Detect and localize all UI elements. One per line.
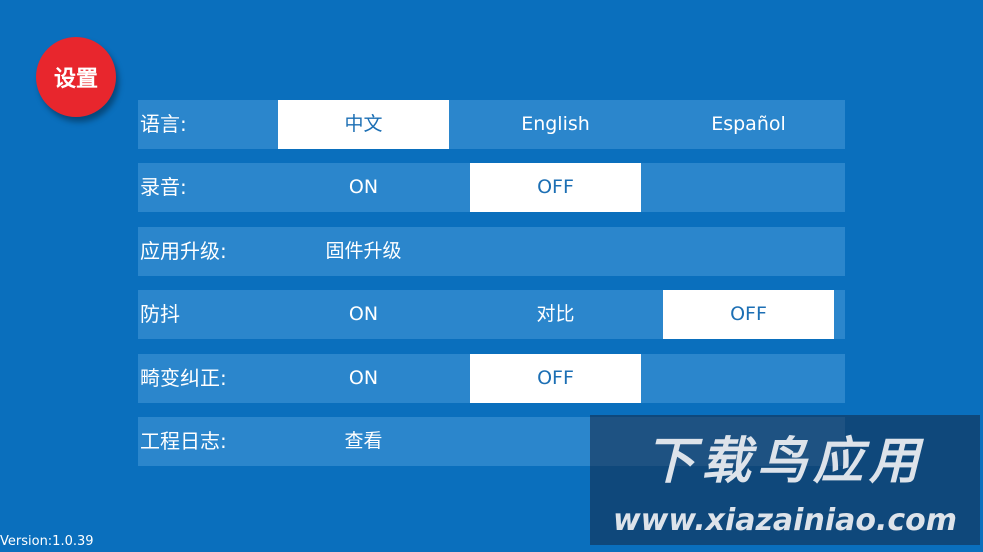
- language-option-chinese[interactable]: 中文: [278, 100, 449, 149]
- watermark-url: www.xiazainiao.com: [612, 503, 958, 538]
- engineering-log-label: 工程日志:: [140, 429, 227, 453]
- view-log-button[interactable]: 查看: [278, 417, 449, 466]
- distortion-correction-label: 畸变纠正:: [140, 366, 227, 390]
- anti-shake-compare-option[interactable]: 对比: [470, 290, 641, 339]
- language-option-spanish[interactable]: Español: [663, 100, 834, 149]
- language-label: 语言:: [140, 112, 187, 136]
- distortion-correction-off-option[interactable]: OFF: [470, 354, 641, 403]
- language-row: 语言: 中文 English Español: [138, 100, 845, 149]
- page-title: 设置: [53, 67, 98, 92]
- app-upgrade-row: 应用升级: 固件升级: [138, 227, 845, 276]
- firmware-upgrade-button[interactable]: 固件升级: [278, 227, 449, 276]
- distortion-correction-on-option[interactable]: ON: [278, 354, 449, 403]
- recording-on-option[interactable]: ON: [278, 163, 449, 212]
- version-text: Version:1.0.39: [0, 534, 94, 549]
- anti-shake-on-option[interactable]: ON: [278, 290, 449, 339]
- anti-shake-off-option[interactable]: OFF: [663, 290, 834, 339]
- recording-row: 录音: ON OFF: [138, 163, 845, 212]
- anti-shake-row: 防抖 ON 对比 OFF: [138, 290, 845, 339]
- recording-off-option[interactable]: OFF: [470, 163, 641, 212]
- anti-shake-label: 防抖: [140, 302, 180, 326]
- watermark-overlay: 下载鸟应用 www.xiazainiao.com: [590, 415, 980, 545]
- app-upgrade-label: 应用升级:: [140, 239, 227, 263]
- recording-label: 录音:: [140, 175, 187, 199]
- distortion-correction-row: 畸变纠正: ON OFF: [138, 354, 845, 403]
- watermark-title: 下载鸟应用: [645, 432, 925, 490]
- settings-title-badge: 设置: [36, 37, 116, 117]
- language-option-english[interactable]: English: [470, 100, 641, 149]
